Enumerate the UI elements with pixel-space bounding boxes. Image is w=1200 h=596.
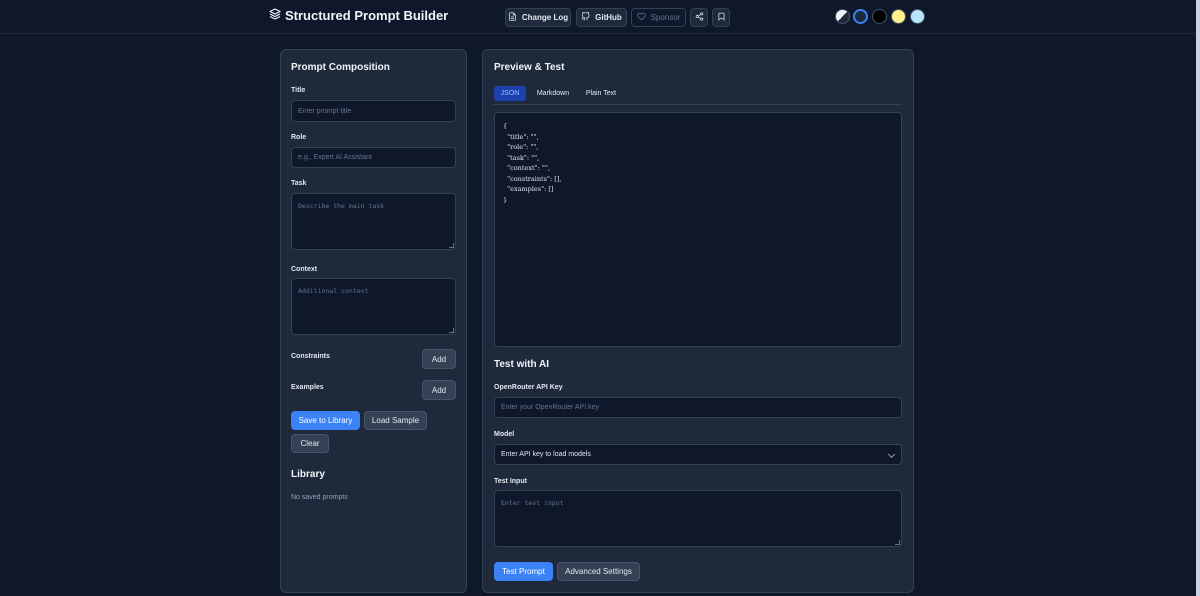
examples-label: Examples [291,384,324,391]
theme-swatch-dark-blue[interactable] [853,9,868,24]
task-placeholder: Describe the main task [298,202,385,210]
document-icon [508,12,517,23]
add-constraint-button[interactable]: Add [422,349,456,369]
role-label: Role [291,134,307,141]
resize-handle[interactable] [449,243,454,248]
app-header: Structured Prompt Builder Change Log Git… [0,0,1196,34]
heart-icon [636,12,646,23]
app-brand[interactable]: Structured Prompt Builder [269,8,448,23]
chevron-down-icon [887,450,896,459]
composition-title: Prompt Composition [291,62,390,73]
change-log-label: Change Log [521,13,569,22]
model-label: Model [494,431,515,438]
task-textarea[interactable]: Describe the main task [291,193,456,250]
title-input[interactable]: Enter prompt title [291,100,456,122]
role-input[interactable]: e.g., Expert AI Assistant [291,147,456,168]
tab-divider [493,104,902,105]
save-to-library-button[interactable]: Save to Library [291,411,360,430]
test-input-placeholder: Enter test input [501,499,564,507]
test-prompt-button[interactable]: Test Prompt [494,562,553,581]
resize-handle[interactable] [895,540,900,545]
title-label: Title [291,87,306,94]
model-select-value: Enter API key to load models [501,451,591,458]
api-key-label: OpenRouter API Key [494,384,563,391]
github-label: GitHub [595,13,622,22]
load-sample-label: Load Sample [371,416,420,425]
resize-handle[interactable] [449,328,454,333]
task-label: Task [291,180,307,187]
theme-swatch-yellow[interactable] [891,9,906,24]
tab-plain-text[interactable]: Plain Text [582,86,620,101]
app-title: Structured Prompt Builder [285,8,449,23]
tab-markdown[interactable]: Markdown [532,86,574,101]
test-prompt-label: Test Prompt [502,567,545,576]
share-button[interactable] [690,8,708,27]
bookmark-icon [717,12,726,23]
change-log-button[interactable]: Change Log [505,8,571,27]
theme-swatch-light-blue[interactable] [910,9,925,24]
github-icon [581,11,590,23]
test-input-textarea[interactable]: Enter test input [494,490,902,547]
save-to-library-label: Save to Library [298,416,353,425]
sponsor-label: Sponsor [650,13,681,22]
theme-swatch-black[interactable] [872,9,887,24]
context-placeholder: Additional context [298,287,369,295]
clear-button[interactable]: Clear [291,434,329,453]
advanced-settings-button[interactable]: Advanced Settings [557,562,640,581]
add-example-button[interactable]: Add [422,380,456,400]
sponsor-button[interactable]: Sponsor [631,8,686,27]
role-placeholder: e.g., Expert AI Assistant [298,154,372,161]
context-label: Context [291,266,318,273]
add-example-label: Add [431,385,447,395]
title-placeholder: Enter prompt title [298,107,352,115]
library-title: Library [291,469,325,480]
share-icon [695,12,704,23]
library-empty-text: No saved prompts [291,494,348,501]
api-key-placeholder: Enter your OpenRouter API key [501,404,600,411]
github-button[interactable]: GitHub [576,8,627,27]
constraints-label: Constraints [291,353,330,360]
model-select[interactable]: Enter API key to load models [494,444,902,465]
context-textarea[interactable]: Additional context [291,278,456,335]
page-scrollbar[interactable] [1196,0,1200,596]
json-preview[interactable]: { "title": "", "role": "", "task": "", "… [494,112,902,347]
clear-label: Clear [300,439,320,448]
api-key-input[interactable]: Enter your OpenRouter API key [494,397,902,418]
advanced-settings-label: Advanced Settings [565,567,632,576]
load-sample-button[interactable]: Load Sample [364,411,427,430]
tab-json[interactable]: JSON [494,86,526,101]
test-title: Test with AI [494,359,549,370]
test-input-label: Test Input [494,478,527,485]
bookmark-button[interactable] [712,8,730,27]
layers-icon [269,8,281,23]
theme-swatch-auto[interactable] [835,9,850,24]
preview-title: Preview & Test [494,62,565,73]
add-constraint-label: Add [431,354,447,364]
